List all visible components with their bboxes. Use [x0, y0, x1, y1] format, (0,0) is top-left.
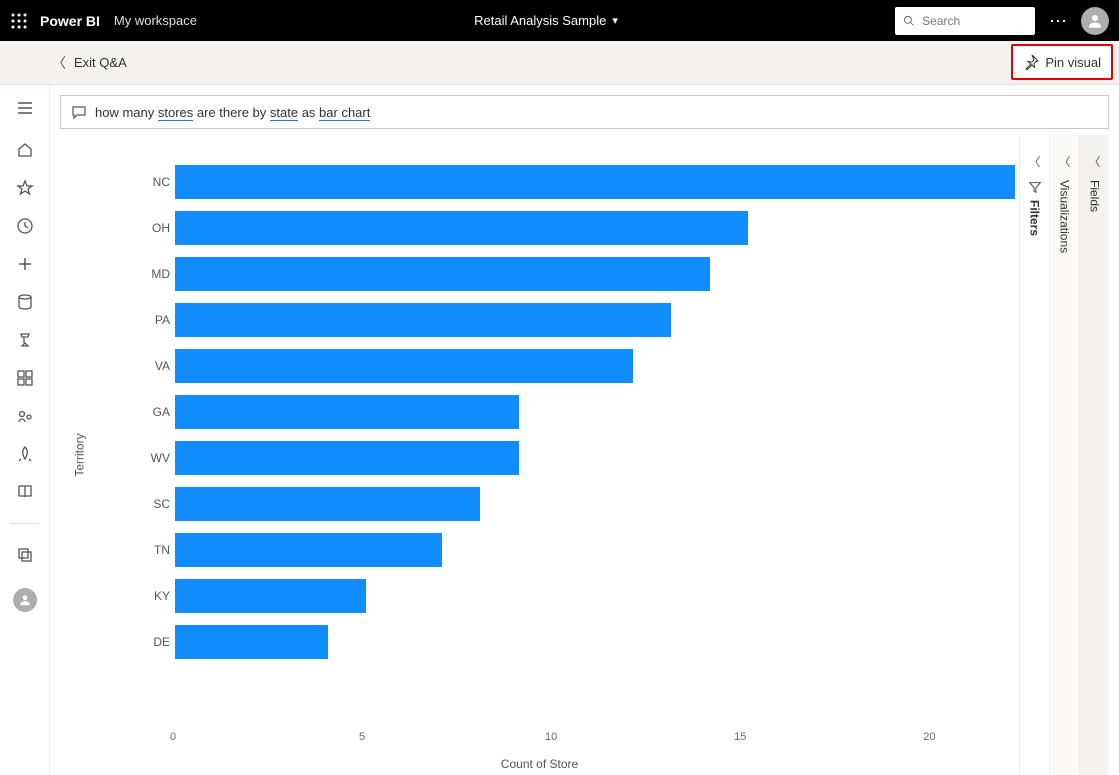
x-tick: 5	[359, 731, 365, 743]
chat-icon	[71, 104, 87, 120]
category-label: VA	[125, 359, 170, 373]
more-options-icon[interactable]: ⋯	[1049, 12, 1067, 30]
shared-icon[interactable]	[16, 407, 34, 425]
filters-label: Filters	[1028, 200, 1042, 236]
visualizations-label: Visualizations	[1058, 180, 1072, 253]
chart-plot-area: NC OH MD PA VA GA WV SC TN KY DE	[120, 165, 1015, 730]
search-icon	[903, 14, 914, 27]
category-label: NC	[125, 175, 170, 189]
apps-icon[interactable]	[16, 369, 34, 387]
fields-pane[interactable]: 〈 Fields	[1079, 135, 1109, 775]
bar-row[interactable]: KY	[175, 579, 1015, 613]
deployment-icon[interactable]	[16, 445, 34, 463]
datasets-icon[interactable]	[16, 293, 34, 311]
pin-icon	[1023, 54, 1039, 70]
chevron-left-icon[interactable]: 〈	[1058, 153, 1070, 170]
x-tick: 20	[923, 731, 935, 743]
user-avatar[interactable]	[1081, 7, 1109, 35]
category-label: OH	[125, 221, 170, 235]
x-tick: 0	[170, 731, 176, 743]
x-axis: 0 5 10 15 20	[173, 731, 1005, 749]
bar-row[interactable]: SC	[175, 487, 1015, 521]
global-search[interactable]	[895, 7, 1035, 35]
x-tick: 15	[734, 731, 746, 743]
bar[interactable]	[175, 349, 633, 383]
category-label: MD	[125, 267, 170, 281]
app-launcher-icon[interactable]	[10, 12, 28, 30]
bar-chart[interactable]: Territory NC OH MD PA VA GA WV SC TN KY DE 0 5 10 15 2…	[60, 135, 1019, 775]
workspace-name[interactable]: My workspace	[114, 13, 197, 28]
category-label: WV	[125, 451, 170, 465]
category-label: PA	[125, 313, 170, 327]
qna-text: how many stores are there by state as ba…	[95, 105, 370, 120]
bar[interactable]	[175, 533, 442, 567]
fields-label: Fields	[1088, 180, 1102, 212]
my-workspace-icon[interactable]	[13, 588, 37, 612]
x-tick: 10	[545, 731, 557, 743]
category-label: GA	[125, 405, 170, 419]
bar[interactable]	[175, 211, 748, 245]
global-header: Power BI My workspace Retail Analysis Sa…	[0, 0, 1119, 41]
visualizations-pane[interactable]: 〈 Visualizations	[1049, 135, 1079, 775]
bar-row[interactable]: NC	[175, 165, 1015, 199]
x-axis-label: Count of Store	[501, 757, 578, 771]
person-icon	[1086, 12, 1104, 30]
bar-row[interactable]: DE	[175, 625, 1015, 659]
favorites-icon[interactable]	[16, 179, 34, 197]
app-body: how many stores are there by state as ba…	[0, 85, 1119, 775]
bar[interactable]	[175, 303, 671, 337]
product-name: Power BI	[40, 13, 100, 29]
chevron-down-icon[interactable]: ▾	[612, 14, 618, 27]
y-axis-label: Territory	[73, 433, 87, 476]
pin-visual-button[interactable]: Pin visual	[1011, 44, 1113, 80]
create-icon[interactable]	[16, 255, 34, 273]
filters-pane[interactable]: 〈 Filters	[1019, 135, 1049, 775]
home-icon[interactable]	[16, 141, 34, 159]
search-input[interactable]	[920, 13, 1027, 29]
bar[interactable]	[175, 165, 1015, 199]
chevron-left-icon[interactable]: 〈	[1028, 153, 1040, 170]
chart-region: Territory NC OH MD PA VA GA WV SC TN KY DE 0 5 10 15 2…	[60, 135, 1109, 775]
report-title[interactable]: Retail Analysis Sample	[474, 13, 606, 28]
goals-icon[interactable]	[16, 331, 34, 349]
qna-question-box[interactable]: how many stores are there by state as ba…	[60, 95, 1109, 129]
bar[interactable]	[175, 257, 710, 291]
bar-row[interactable]: PA	[175, 303, 1015, 337]
category-label: TN	[125, 543, 170, 557]
qna-toolbar: 〈 Exit Q&A Pin visual	[0, 41, 1119, 85]
category-label: KY	[125, 589, 170, 603]
workspaces-icon[interactable]	[16, 546, 34, 564]
chevron-left-icon: 〈	[52, 53, 66, 73]
exit-qna-button[interactable]: 〈 Exit Q&A	[52, 53, 127, 73]
category-label: SC	[125, 497, 170, 511]
pin-visual-label: Pin visual	[1045, 55, 1101, 70]
learn-icon[interactable]	[16, 483, 34, 501]
chevron-left-icon[interactable]: 〈	[1088, 153, 1100, 170]
panes: 〈 Filters 〈 Visualizations 〈 Fields	[1019, 135, 1109, 775]
bar-row[interactable]: VA	[175, 349, 1015, 383]
filter-icon	[1028, 180, 1042, 194]
category-label: DE	[125, 635, 170, 649]
bar[interactable]	[175, 625, 328, 659]
main-content: how many stores are there by state as ba…	[50, 85, 1119, 775]
bar-row[interactable]: GA	[175, 395, 1015, 429]
bar[interactable]	[175, 441, 519, 475]
nav-divider	[10, 523, 39, 524]
bar-row[interactable]: MD	[175, 257, 1015, 291]
bar-row[interactable]: OH	[175, 211, 1015, 245]
exit-qna-label: Exit Q&A	[74, 55, 127, 70]
bar-row[interactable]: WV	[175, 441, 1015, 475]
nav-toggle-icon[interactable]	[16, 99, 34, 117]
bar[interactable]	[175, 579, 366, 613]
nav-rail	[0, 85, 50, 775]
bar-row[interactable]: TN	[175, 533, 1015, 567]
bar[interactable]	[175, 395, 519, 429]
recent-icon[interactable]	[16, 217, 34, 235]
bar[interactable]	[175, 487, 480, 521]
